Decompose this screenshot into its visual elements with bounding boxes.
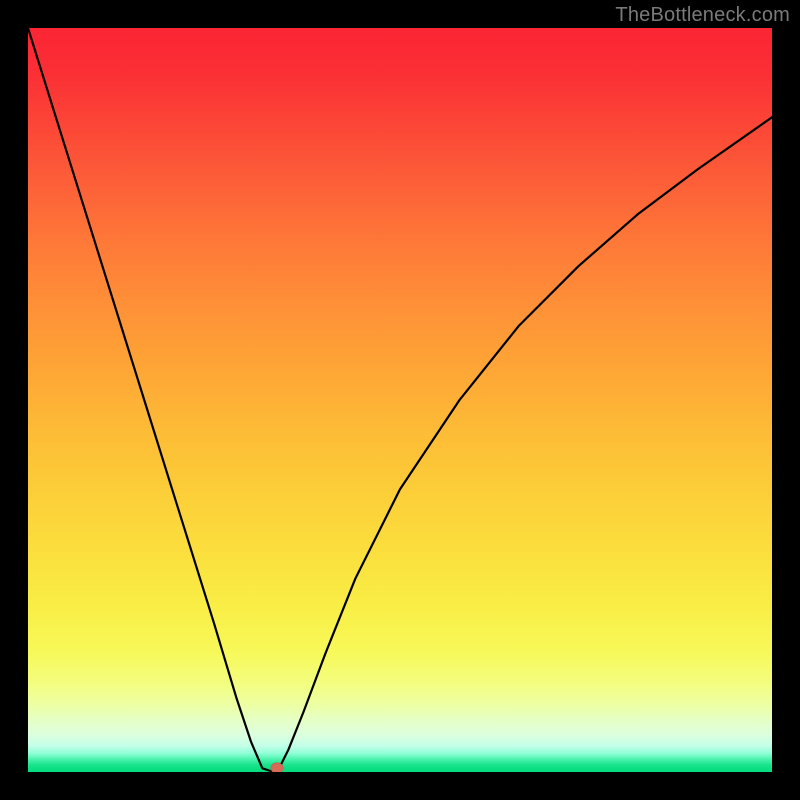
watermark-text: TheBottleneck.com — [615, 4, 790, 27]
optimal-point-marker — [271, 763, 284, 772]
chart-frame: TheBottleneck.com — [0, 0, 800, 800]
curve-path — [28, 28, 772, 772]
plot-area — [28, 28, 772, 772]
bottleneck-curve — [28, 28, 772, 772]
